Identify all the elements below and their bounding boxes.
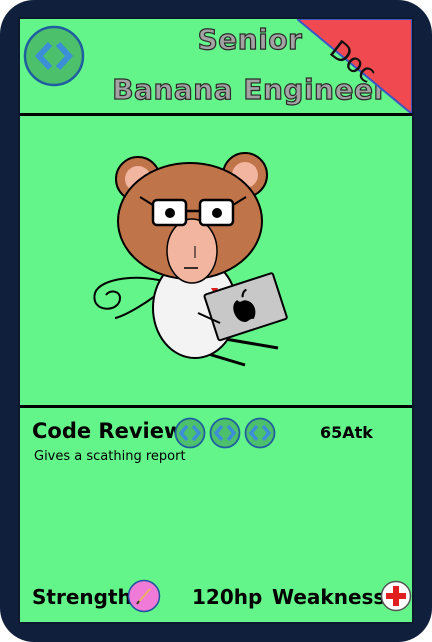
attack-description: Gives a scathing report: [34, 449, 186, 464]
card-frame: Senior Banana Engineer Doc Code Review 6…: [0, 0, 432, 642]
code-brackets-icon: [244, 417, 276, 449]
strength-label: Strength: [32, 585, 132, 609]
card-face: Senior Banana Engineer Doc Code Review 6…: [18, 17, 414, 624]
hp-value: 120hp: [192, 585, 263, 609]
header-divider: [20, 113, 412, 116]
art-divider: [20, 405, 412, 408]
monkey-illustration: [93, 152, 288, 367]
code-brackets-icon: [209, 417, 241, 449]
attack-damage: 65Atk: [320, 423, 373, 442]
code-brackets-icon: [23, 25, 85, 87]
pencil-icon: [127, 579, 161, 613]
attack-name: Code Review: [32, 419, 184, 443]
code-brackets-icon: [174, 417, 206, 449]
weakness-label: Weakness: [272, 585, 386, 609]
red-cross-icon: [380, 580, 412, 612]
